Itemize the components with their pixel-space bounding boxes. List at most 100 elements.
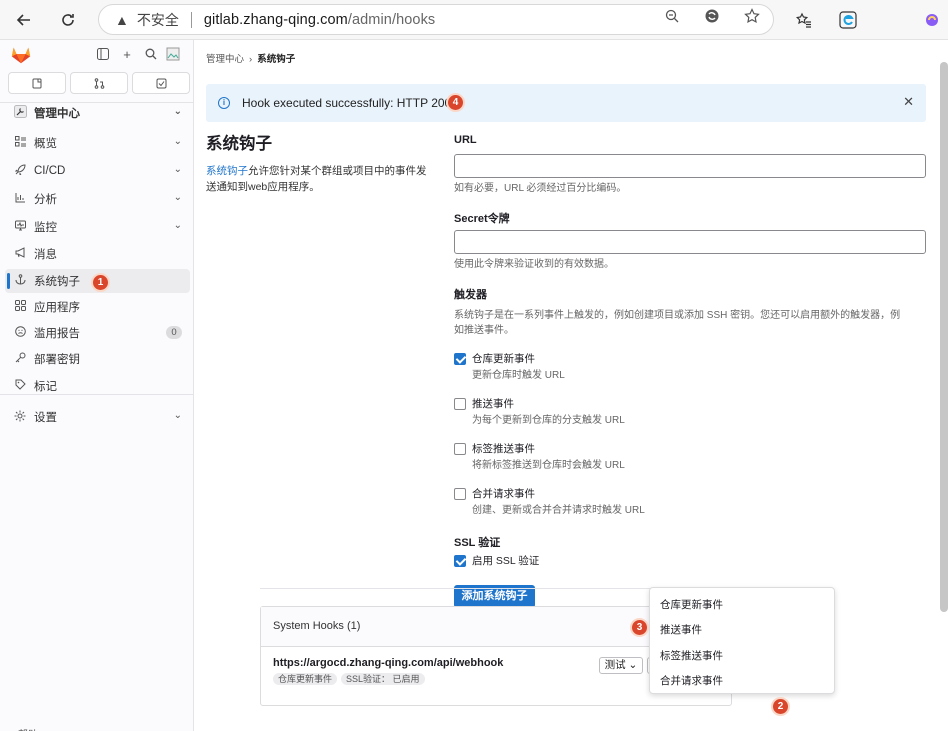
sidebar-item-label: 系统钩子	[34, 276, 80, 288]
dropdown-item-push[interactable]: 推送事件	[660, 622, 702, 637]
issues-tab-icon[interactable]	[8, 72, 66, 94]
hook-url: https://argocd.zhang-qing.com/api/webhoo…	[273, 657, 504, 669]
trigger-desc: 为每个更新到仓库的分支触发 URL	[472, 415, 625, 426]
sidebar-section-admin[interactable]: 管理中心 ⌄	[5, 101, 190, 125]
sidebar-item-label: CI/CD	[34, 165, 66, 177]
chevron-down-icon: ⌄	[173, 410, 182, 421]
insecure-label: 不安全	[136, 11, 179, 28]
trigger-desc: 将新标签推送到仓库时会触发 URL	[472, 460, 625, 471]
close-icon[interactable]: ✕	[903, 94, 914, 110]
sidebar-item-label: 设置	[34, 412, 57, 424]
breadcrumb: 管理中心 › 系统钩子	[206, 54, 296, 65]
translate-icon[interactable]	[702, 6, 722, 26]
chevron-down-icon: ⌄	[173, 106, 182, 117]
sidebar-item-settings[interactable]: 设置 ⌄	[5, 405, 190, 429]
repo-update-checkbox[interactable]	[454, 353, 466, 365]
url-input[interactable]	[454, 154, 926, 178]
trigger-title: 标签推送事件	[472, 443, 535, 455]
bullhorn-icon	[12, 247, 28, 261]
merge-request-checkbox[interactable]	[454, 488, 466, 500]
breadcrumb-current: 系统钩子	[257, 54, 296, 65]
anchor-icon	[12, 274, 28, 288]
sidebar-item-label: 滥用报告	[34, 328, 80, 340]
system-hooks-doc-link[interactable]: 系统钩子	[206, 165, 248, 177]
secret-token-input[interactable]	[454, 230, 926, 254]
sidebar-item-overview[interactable]: 概览 ⌄	[5, 131, 190, 155]
search-icon[interactable]	[143, 46, 159, 62]
monitor-icon	[12, 220, 28, 234]
avatar[interactable]	[165, 46, 181, 62]
sidebar-item-label: 分析	[34, 194, 57, 206]
trigger-title: 仓库更新事件	[472, 353, 535, 365]
ssl-label: SSL 验证	[454, 537, 501, 549]
sidebar-item-monitoring[interactable]: 监控 ⌄	[5, 215, 190, 239]
test-dropdown-button[interactable]: 测试 ⌄	[599, 657, 643, 674]
url-label: URL	[454, 134, 477, 146]
dropdown-item-repo-update[interactable]: 仓库更新事件	[660, 597, 723, 612]
gitlab-logo-icon[interactable]	[10, 44, 32, 66]
admin-wrench-icon	[12, 105, 28, 121]
url-text: gitlab.zhang-qing.com/admin/hooks	[203, 11, 436, 28]
sidebar-top: +	[0, 40, 194, 70]
hook-tag: 仓库更新事件	[273, 673, 338, 685]
favorite-star-icon[interactable]	[742, 6, 762, 26]
sidebar-item-label: 部署密钥	[34, 354, 80, 366]
dropdown-item-tag-push[interactable]: 标签推送事件	[660, 648, 723, 663]
sidebar-item-label: 消息	[34, 249, 57, 261]
triggers-label: 触发器	[454, 289, 487, 301]
secret-help: 使用此令牌来验证收到的有效数据。	[454, 259, 614, 270]
back-icon[interactable]	[10, 6, 38, 34]
chevron-down-icon: ⌄	[173, 164, 182, 175]
chevron-down-icon: ⌄	[628, 659, 638, 671]
edge-extension-icon[interactable]	[834, 6, 862, 34]
success-alert: i Hook executed successfully: HTTP 200 ✕	[206, 84, 926, 122]
trigger-desc: 创建、更新或合并合并请求时触发 URL	[472, 505, 645, 516]
sidebar-item-label: 应用程序	[34, 302, 80, 314]
zoom-out-icon[interactable]	[662, 6, 682, 26]
sidebar-item-analytics[interactable]: 分析 ⌄	[5, 187, 190, 211]
sidebar-item-label: 标记	[34, 381, 57, 393]
sidebar: + 管理中心 ⌄ 概览 ⌄ CI/CD ⌄ 分析 ⌄ 监控 ⌄ 消息 系统钩子 …	[0, 40, 194, 731]
sidebar-quick-tabs	[8, 72, 190, 96]
chevron-down-icon: ⌄	[173, 192, 182, 203]
alert-message: Hook executed successfully: HTTP 200	[242, 96, 452, 110]
abuse-icon	[12, 326, 28, 340]
triggers-help: 系统钩子是在一系列事件上触发的，例如创建项目或添加 SSH 密钥。您还可以启用额…	[454, 310, 901, 336]
page-description: 系统钩子允许您针对某个群组或项目中的事件发送通知到web应用程序。	[206, 165, 427, 193]
browser-toolbar: ▲ 不安全 gitlab.zhang-qing.com/admin/hooks	[0, 0, 948, 40]
copilot-icon[interactable]	[918, 6, 946, 34]
chart-icon	[12, 192, 28, 206]
sidebar-item-cicd[interactable]: CI/CD ⌄	[5, 159, 190, 183]
grid-icon	[12, 136, 28, 150]
key-icon	[12, 352, 28, 366]
sidebar-item-applications[interactable]: 应用程序	[5, 295, 190, 319]
todos-tab-icon[interactable]	[132, 72, 190, 94]
applications-icon	[12, 300, 28, 314]
hooks-count-title: System Hooks (1)	[273, 620, 361, 632]
annotation-badge-4: 4	[446, 93, 465, 112]
tag-push-checkbox[interactable]	[454, 443, 466, 455]
favorites-list-icon[interactable]	[790, 6, 818, 34]
warning-icon: ▲	[115, 11, 129, 28]
breadcrumb-parent[interactable]: 管理中心	[206, 54, 244, 65]
trigger-title: 推送事件	[472, 398, 514, 410]
page-intro: 系统钩子 系统钩子允许您针对某个群组或项目中的事件发送通知到web应用程序。	[206, 130, 434, 195]
help-link[interactable]: 帮助	[18, 726, 38, 731]
hook-tag: SSL验证： 已启用	[341, 673, 425, 685]
sidebar-item-deploy-keys[interactable]: 部署密钥	[5, 347, 190, 371]
merge-requests-tab-icon[interactable]	[70, 72, 128, 94]
sidebar-item-messages[interactable]: 消息	[5, 242, 190, 266]
url-help: 如有必要，URL 必须经过百分比编码。	[454, 183, 627, 194]
reload-icon[interactable]	[54, 6, 82, 34]
ssl-verify-checkbox[interactable]	[454, 555, 466, 567]
page-scrollbar[interactable]	[940, 62, 948, 612]
settings-icon	[12, 410, 28, 425]
chevron-down-icon: ⌄	[173, 136, 182, 147]
push-events-checkbox[interactable]	[454, 398, 466, 410]
toggle-sidebar-icon[interactable]	[95, 46, 111, 62]
trigger-desc: 更新仓库时触发 URL	[472, 370, 565, 381]
dropdown-item-merge-request[interactable]: 合并请求事件	[660, 673, 723, 688]
page-title: 系统钩子	[206, 135, 272, 153]
sidebar-item-abuse-reports[interactable]: 滥用报告 0	[5, 321, 190, 345]
plus-icon[interactable]: +	[119, 46, 135, 62]
